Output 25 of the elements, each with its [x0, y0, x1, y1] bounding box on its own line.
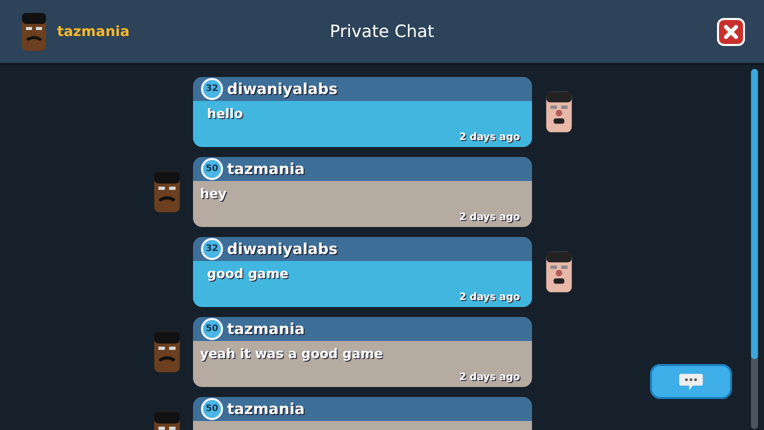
- level-badge: 32: [201, 238, 223, 260]
- close-button[interactable]: [717, 18, 745, 46]
- sender-name: tazmania: [227, 160, 305, 178]
- message-text: hey: [200, 187, 228, 202]
- message-time: 2 days ago: [459, 212, 520, 223]
- level-badge: 50: [201, 318, 223, 340]
- message-time: 2 days ago: [459, 292, 520, 303]
- sender-name: tazmania: [227, 320, 305, 338]
- scrollbar[interactable]: [751, 69, 758, 429]
- message-text: good game: [207, 267, 290, 282]
- message-time: 2 days ago: [459, 372, 520, 383]
- message-time: 2 days ago: [459, 132, 520, 143]
- message-text: yeah it was a good game: [200, 347, 384, 362]
- avatar-icon: [19, 10, 49, 52]
- level-badge: 50: [201, 398, 223, 420]
- message-text: hello: [207, 107, 244, 122]
- sender-name: diwaniyalabs: [227, 80, 338, 98]
- chat-button[interactable]: [650, 364, 732, 399]
- sender-name: tazmania: [227, 400, 305, 418]
- sender-name: diwaniyalabs: [227, 240, 338, 258]
- username: tazmania: [57, 24, 130, 40]
- level-badge: 50: [201, 158, 223, 180]
- level-badge: 32: [201, 78, 223, 100]
- window-title: Private Chat: [330, 22, 434, 42]
- speech-bubble-icon: [677, 372, 705, 392]
